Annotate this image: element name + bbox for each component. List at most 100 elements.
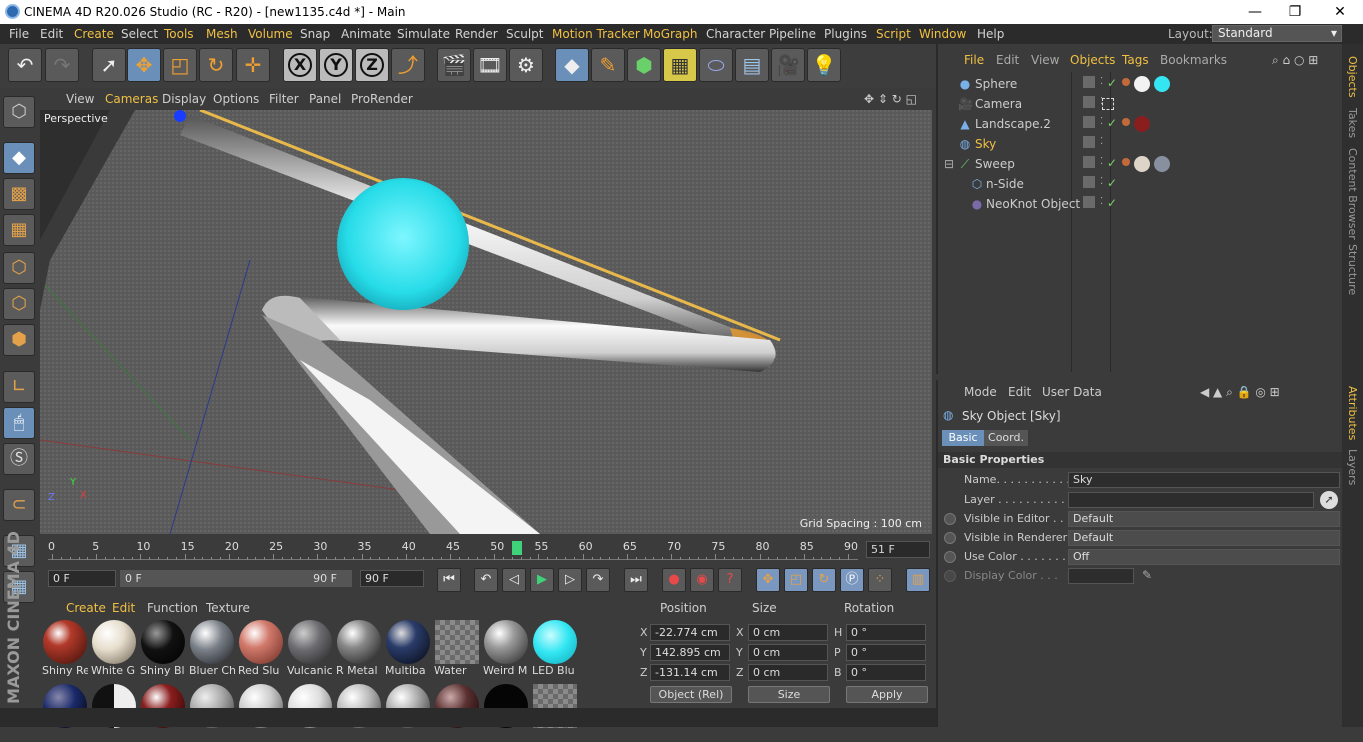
enabled-check[interactable]: ✓ [1107, 156, 1117, 170]
timeline-playhead[interactable] [512, 541, 522, 555]
layer-swatch[interactable] [1083, 156, 1095, 168]
cube-object-button[interactable]: ◆ [555, 48, 589, 82]
enabled-check[interactable]: ✓ [1107, 76, 1117, 90]
magnet-button[interactable]: ⊂ [3, 489, 35, 521]
material-swatch[interactable]: Water [434, 620, 480, 678]
rotation-h-field[interactable]: 0 ° [846, 624, 926, 641]
vp-menu-filter[interactable]: Filter [269, 92, 299, 106]
menu-render[interactable]: Render [455, 27, 498, 41]
vp-menu-panel[interactable]: Panel [309, 92, 341, 106]
obj-manager-icons[interactable]: ⌕ ⌂ ○ ⊞ [1272, 53, 1318, 68]
object-row-camera[interactable]: 🎥 Camera ⁚ [942, 94, 1342, 114]
object-row-sky[interactable]: ◍ Sky ⁚ [942, 134, 1342, 154]
play-button[interactable]: ▶ [530, 568, 554, 592]
snapping-button[interactable]: Ⓢ [3, 443, 35, 475]
polygons-mode-button[interactable]: ⬢ [3, 324, 35, 356]
layer-swatch[interactable] [1083, 96, 1095, 108]
render-picture-viewer-button[interactable]: 🎞 [473, 48, 507, 82]
axis-mode-button[interactable]: ∟ [3, 371, 35, 403]
menu-pipeline[interactable]: Pipeline [769, 27, 816, 41]
next-key-button[interactable]: ↷ [586, 568, 610, 592]
material-tag-icon[interactable] [1154, 156, 1170, 172]
viewport[interactable]: Y X Z Perspective Grid Spacing : 100 cm [40, 110, 932, 534]
y-axis-button[interactable]: Y [319, 48, 353, 82]
enabled-check[interactable]: ✓ [1107, 116, 1117, 130]
animate-radio[interactable] [944, 551, 956, 563]
timeline[interactable]: 0 5 10 15 20 25 30 35 40 45 50 55 60 65 70 75 80 85 90 51 … [40, 536, 932, 566]
name-field[interactable]: Sky [1068, 472, 1340, 488]
menu-file[interactable]: File [9, 27, 29, 41]
attr-menu-user-data[interactable]: User Data [1042, 385, 1102, 399]
vp-menu-options[interactable]: Options [213, 92, 259, 106]
tag-icon[interactable] [1122, 158, 1130, 166]
object-row-neoknot[interactable]: ● NeoKnot Object ⁚ ✓ [942, 194, 1342, 214]
menu-edit[interactable]: Edit [40, 27, 63, 41]
prev-key-button[interactable]: ↶ [474, 568, 498, 592]
floor-button[interactable]: ▤ [735, 48, 769, 82]
layer-swatch[interactable] [1083, 136, 1095, 148]
menu-animate[interactable]: Animate [341, 27, 391, 41]
target-tag-icon[interactable] [1102, 98, 1114, 110]
layer-swatch[interactable] [1083, 76, 1095, 88]
color-picker-icon[interactable]: ✎ [1142, 568, 1152, 582]
light-object-button[interactable]: 💡 [807, 48, 841, 82]
next-frame-button[interactable]: ▷ [558, 568, 582, 592]
material-swatch[interactable]: White G [91, 620, 137, 678]
attr-manager-icons[interactable]: ◀ ▲ ⌕ 🔒 ◎ ⊞ [1200, 385, 1280, 400]
visibility-dots[interactable]: ⁚ [1100, 156, 1103, 167]
menu-snap[interactable]: Snap [300, 27, 330, 41]
mat-menu-edit[interactable]: Edit [112, 601, 135, 615]
animate-radio[interactable] [944, 513, 956, 525]
object-row-sweep[interactable]: ⊟ ⟋ Sweep ⁚ ✓ [942, 154, 1342, 174]
material-swatch[interactable]: Weird M [483, 620, 529, 678]
mat-menu-texture[interactable]: Texture [206, 601, 250, 615]
end-frame-field[interactable]: 90 F [360, 570, 424, 587]
record-pla-button[interactable]: ⁘ [868, 568, 892, 592]
obj-menu-file[interactable]: File [964, 53, 984, 67]
visibility-dots[interactable]: ⁚ [1100, 176, 1103, 187]
record-position-button[interactable]: ✥ [756, 568, 780, 592]
layout-select[interactable]: Standard ▾ [1212, 25, 1342, 42]
obj-menu-tags[interactable]: Tags [1122, 53, 1149, 67]
display-color-swatch[interactable] [1068, 568, 1134, 584]
transform-tool-button[interactable]: ✛ [236, 48, 270, 82]
menu-window[interactable]: Window [919, 27, 966, 41]
vp-menu-cameras[interactable]: Cameras [105, 92, 158, 106]
material-tag-icon[interactable] [1154, 76, 1170, 92]
animate-radio[interactable] [944, 532, 956, 544]
menu-mesh[interactable]: Mesh [206, 27, 238, 41]
size-y-field[interactable]: 0 cm [748, 644, 828, 661]
position-x-field[interactable]: -22.774 cm [650, 624, 730, 641]
make-editable-button[interactable]: ⬡ [3, 96, 35, 128]
mat-menu-function[interactable]: Function [147, 601, 198, 615]
vp-menu-display[interactable]: Display [162, 92, 206, 106]
material-swatch[interactable]: Multiba [385, 620, 431, 678]
side-tab-objects[interactable]: Objects [1346, 56, 1359, 98]
mograph-cloner-button[interactable]: ▦ [663, 48, 697, 82]
visibility-dots[interactable]: ⁚ [1100, 136, 1103, 147]
material-swatch[interactable]: LED Blu [532, 620, 578, 678]
timeline-ruler[interactable]: 0 5 10 15 20 25 30 35 40 45 50 55 60 65 70 75 80 85 90 [48, 538, 858, 560]
select-tool-button[interactable]: ➚ [92, 48, 126, 82]
rotation-p-field[interactable]: 0 ° [846, 644, 926, 661]
material-swatch[interactable]: Shiny Bl [140, 620, 186, 678]
visibility-dots[interactable]: ⁚ [1100, 196, 1103, 207]
timeline-window-button[interactable]: ▥ [906, 568, 930, 592]
tag-icon[interactable] [1122, 78, 1130, 86]
object-row-sphere[interactable]: ● Sphere ⁚ ✓ [942, 74, 1342, 94]
menu-volume[interactable]: Volume [248, 27, 293, 41]
layer-swatch[interactable] [1083, 196, 1095, 208]
material-swatch[interactable]: Shiny Re [42, 620, 88, 678]
size-mode-select[interactable]: Size [748, 686, 830, 703]
side-tab-attributes[interactable]: Attributes [1346, 386, 1359, 440]
animate-radio[interactable] [944, 570, 956, 582]
goto-start-button[interactable]: ⏮ [437, 568, 461, 592]
deformer-button[interactable]: ⬭ [699, 48, 733, 82]
apply-button[interactable]: Apply [846, 686, 928, 703]
render-settings-button[interactable]: ⚙ [509, 48, 543, 82]
pen-tool-button[interactable]: ✎ [591, 48, 625, 82]
move-tool-button[interactable]: ✥ [127, 48, 161, 82]
object-row-landscape[interactable]: ▲ Landscape.2 ⁚ ✓ [942, 114, 1342, 134]
mat-menu-create[interactable]: Create [66, 601, 106, 615]
enabled-check[interactable]: ✓ [1107, 196, 1117, 210]
